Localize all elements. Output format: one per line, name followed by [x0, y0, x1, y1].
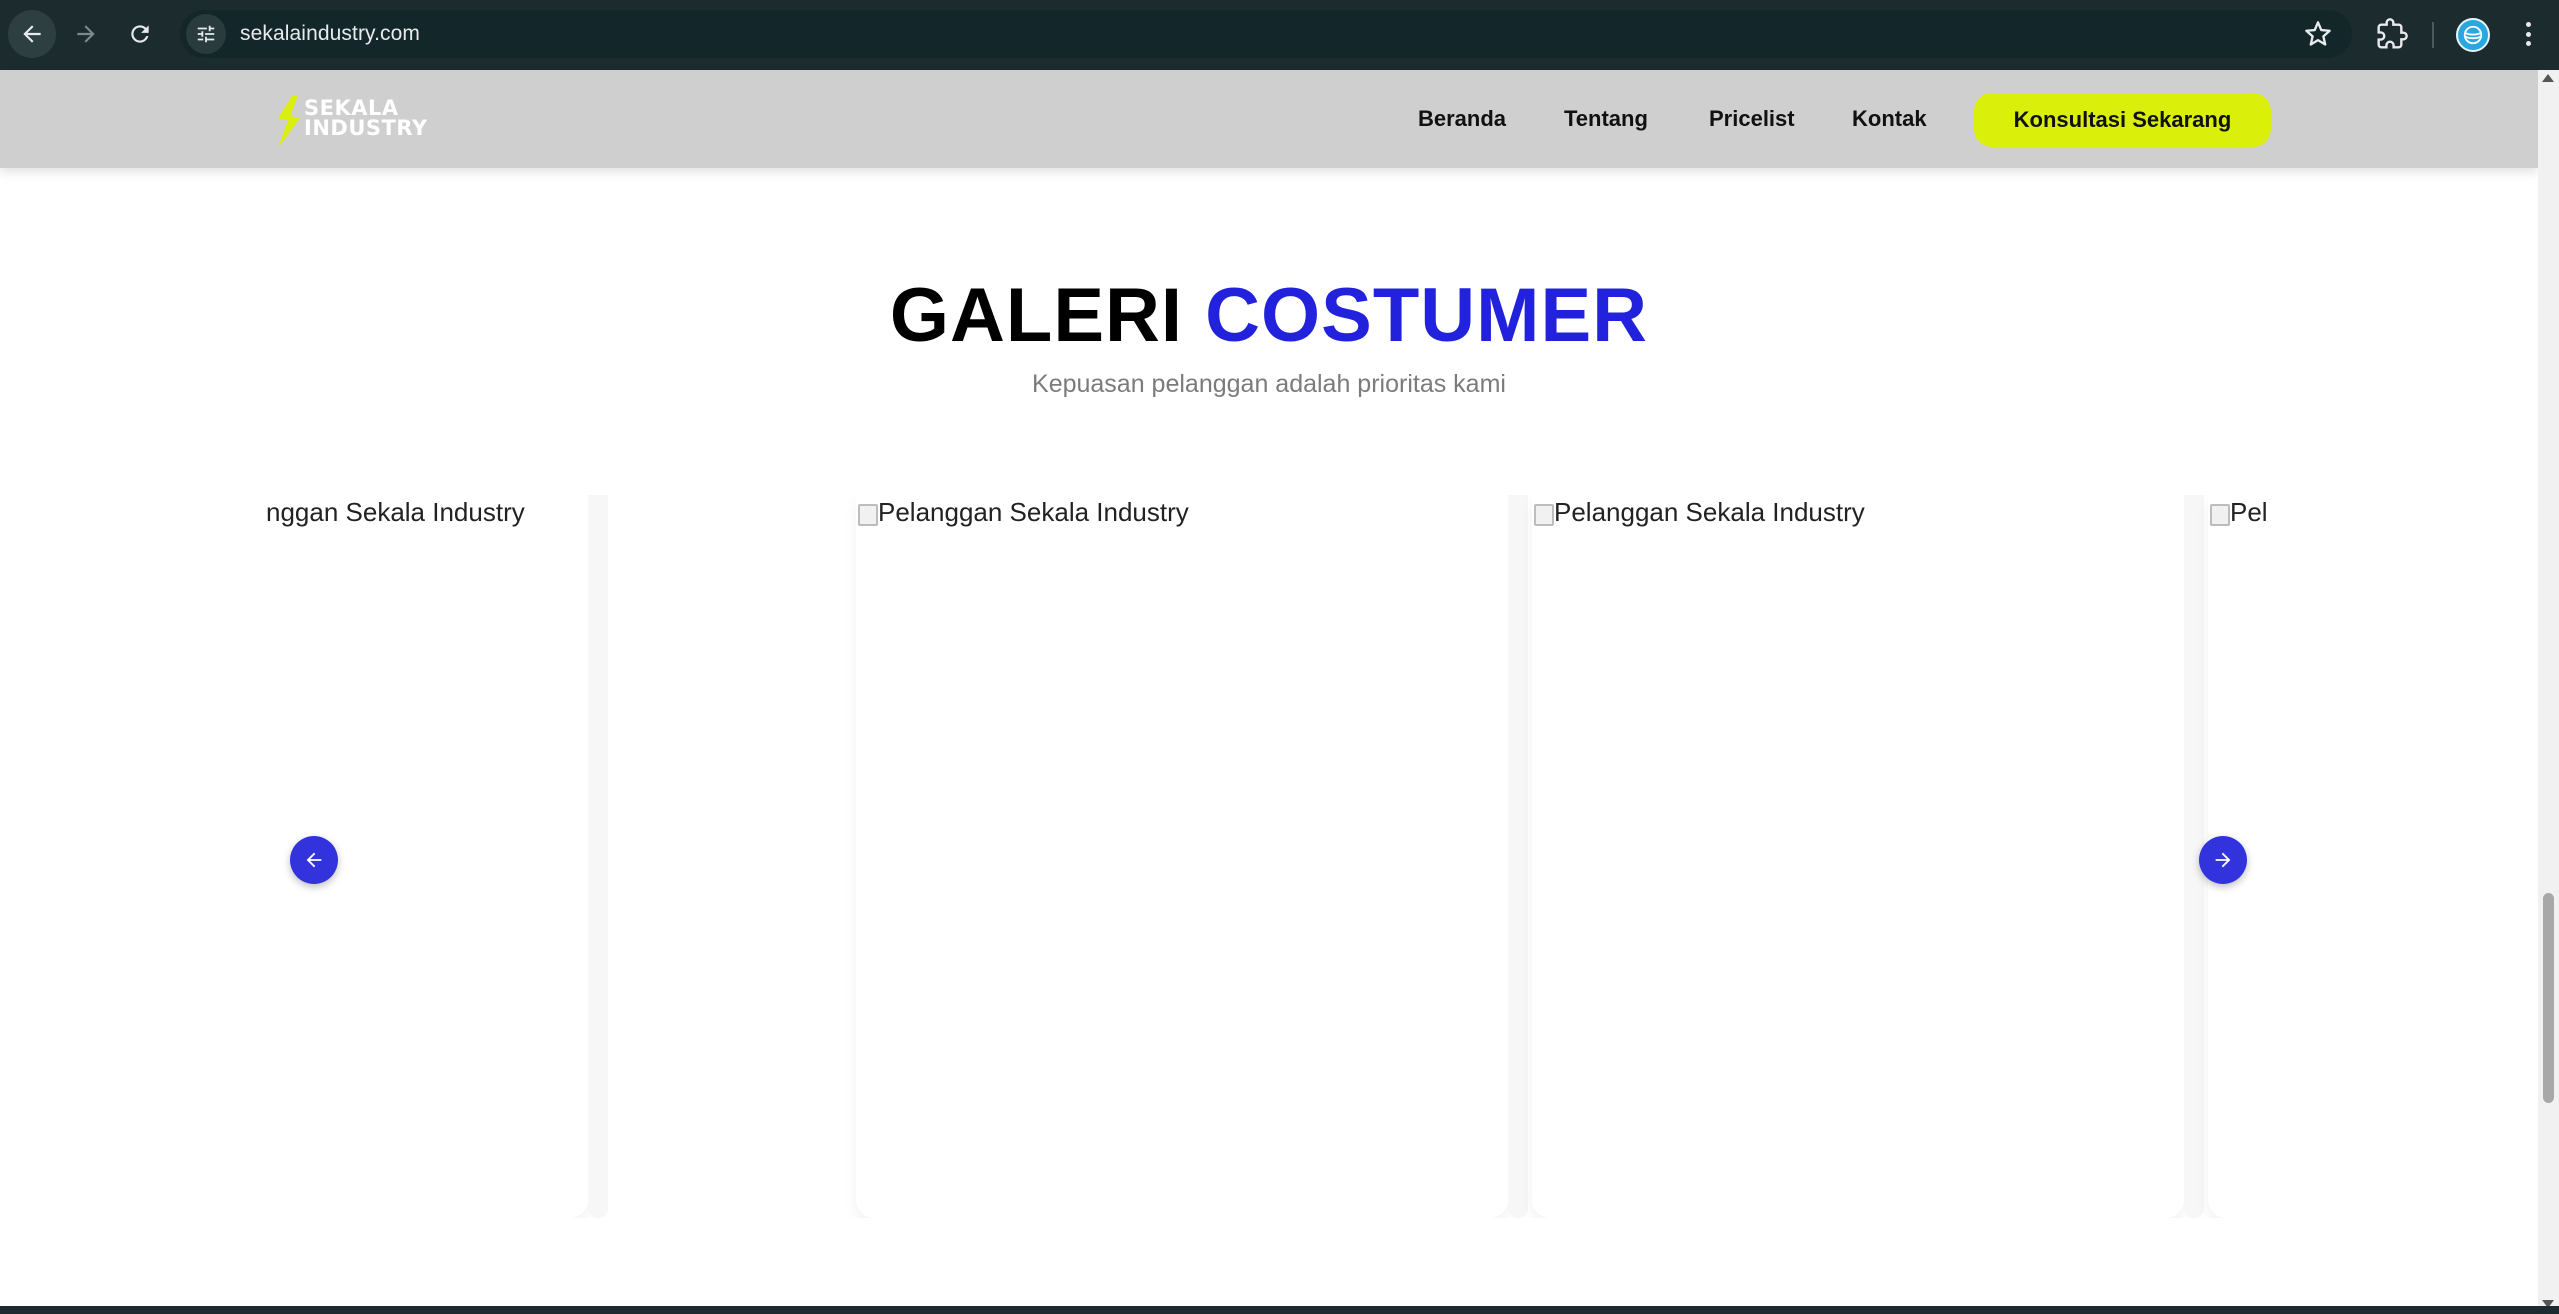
back-button[interactable]: [8, 10, 56, 58]
customer-image: Pelanggan Sekala Industry: [1532, 497, 1865, 528]
card-gap: [588, 495, 608, 1218]
gallery-card: Pelanggan Sekala Industry: [856, 495, 1508, 1218]
broken-image-icon: [856, 501, 878, 526]
section-subtitle: Kepuasan pelanggan adalah prioritas kami: [1032, 370, 1506, 398]
section-title: GALERI COSTUMER: [0, 272, 2538, 359]
site-header: SEKALA INDUSTRY Beranda Tentang Pricelis…: [0, 70, 2538, 168]
toolbar-divider: [2432, 22, 2434, 48]
reload-button[interactable]: [116, 10, 164, 58]
reload-icon: [131, 25, 149, 43]
tune-icon: [197, 25, 215, 43]
browser-toolbar: sekalaindustry.com: [0, 0, 2559, 70]
nav-link-pricelist[interactable]: Pricelist: [1709, 106, 1795, 132]
carousel-next-button[interactable]: [2199, 836, 2247, 884]
page-scrollbar[interactable]: [2538, 70, 2559, 1314]
lightning-logo-icon: [278, 96, 300, 148]
star-icon[interactable]: [2304, 20, 2332, 48]
logo-line1: SEKALA: [304, 96, 399, 120]
arrow-right-icon: [77, 25, 95, 43]
customer-image: nggan Sekala Industry: [266, 497, 525, 528]
customer-image: Pelanggan Sekala Industry: [856, 497, 1189, 528]
image-alt-text: Pelanggan Sekala Industry: [1554, 497, 1865, 527]
gallery-carousel: nggan Sekala Industry Pelanggan Sekala I…: [266, 495, 2272, 1218]
arrow-left-icon: [306, 852, 322, 868]
broken-image-icon: [1532, 501, 1554, 526]
site-logo[interactable]: SEKALA INDUSTRY: [272, 94, 442, 150]
site-info-button[interactable]: [186, 14, 226, 54]
nav-link-tentang[interactable]: Tentang: [1564, 106, 1648, 132]
profile-icon[interactable]: [2456, 18, 2490, 52]
consult-now-button[interactable]: Konsultasi Sekarang: [1974, 93, 2271, 147]
nav-link-beranda[interactable]: Beranda: [1418, 106, 1506, 132]
nav-link-kontak[interactable]: Kontak: [1852, 106, 1927, 132]
scroll-up-arrow-icon[interactable]: [2542, 74, 2554, 82]
customer-image: Pel: [2208, 497, 2268, 528]
url-text: sekalaindustry.com: [240, 22, 420, 45]
scroll-thumb[interactable]: [2543, 893, 2554, 1103]
title-part-blue: COSTUMER: [1205, 273, 1649, 358]
card-gap: [1508, 495, 1528, 1218]
globe-icon: [2463, 25, 2483, 45]
logo-text: SEKALA INDUSTRY: [304, 96, 428, 140]
image-alt-text: Pelanggan Sekala Industry: [878, 497, 1189, 527]
forward-button[interactable]: [62, 10, 110, 58]
arrow-right-icon: [2215, 852, 2231, 868]
image-alt-text: Pel: [2230, 497, 2268, 527]
kebab-menu-icon[interactable]: [2520, 18, 2536, 50]
logo-line2: INDUSTRY: [304, 116, 428, 140]
window-bottom-edge: [0, 1306, 2559, 1314]
image-alt-text: nggan Sekala Industry: [266, 497, 525, 527]
gallery-card: Pelanggan Sekala Industry: [1532, 495, 2184, 1218]
broken-image-icon: [2208, 501, 2230, 526]
carousel-prev-button[interactable]: [290, 836, 338, 884]
title-part-black: GALERI: [889, 273, 1184, 358]
puzzle-icon[interactable]: [2376, 18, 2408, 50]
arrow-left-icon: [23, 25, 41, 43]
address-bar[interactable]: sekalaindustry.com: [180, 10, 2352, 58]
